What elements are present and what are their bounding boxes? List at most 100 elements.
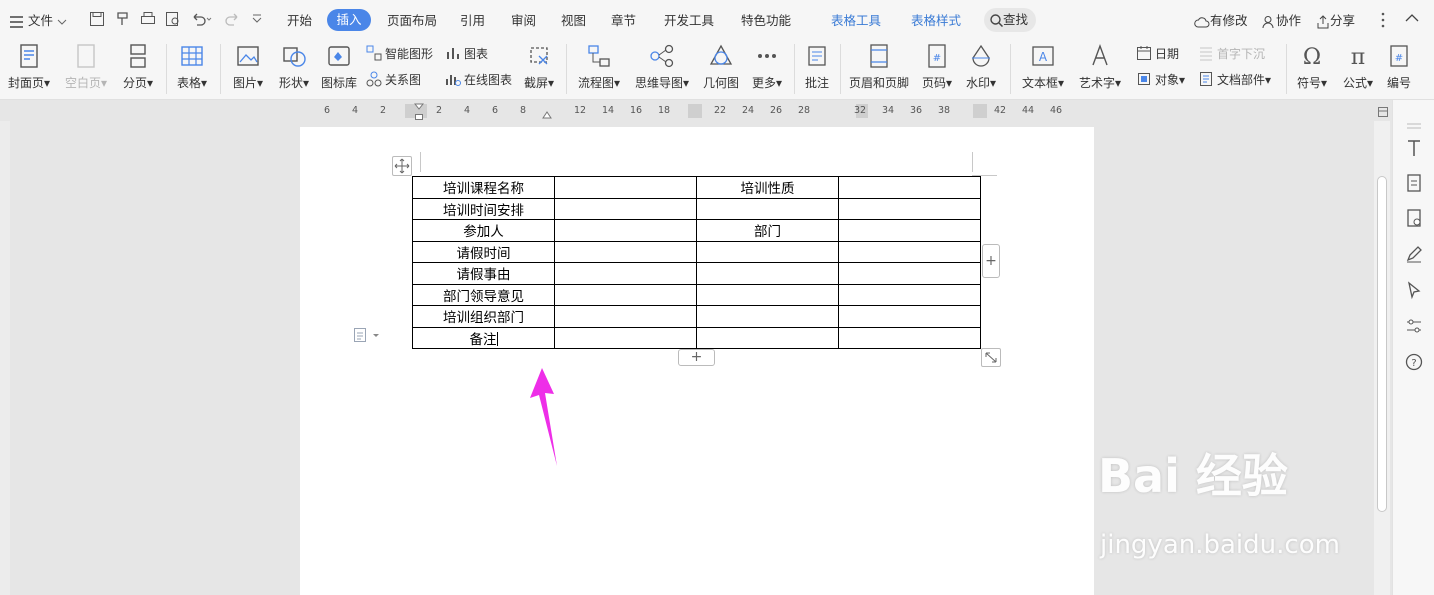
quick-access-dropdown-icon[interactable]: [252, 14, 262, 24]
help-icon[interactable]: ?: [1404, 352, 1424, 372]
indent-marker-icon[interactable]: [414, 103, 424, 121]
table-cell[interactable]: [838, 197, 981, 220]
table-cell-active[interactable]: 备注: [412, 326, 555, 349]
page-break-button[interactable]: 分页▾: [118, 38, 158, 91]
more-options-icon[interactable]: [1380, 12, 1386, 28]
tab-review[interactable]: 审阅: [511, 10, 536, 29]
table-cell[interactable]: [554, 326, 697, 349]
table-cell[interactable]: 参加人: [412, 219, 555, 242]
wordart-button[interactable]: 艺术字▾: [1076, 38, 1124, 91]
redo-icon[interactable]: [224, 11, 246, 27]
tab-start[interactable]: 开始: [287, 10, 312, 29]
minimize-panel-icon[interactable]: [1404, 116, 1424, 136]
table-cell[interactable]: [554, 240, 697, 263]
table-cell[interactable]: [554, 219, 697, 242]
tab-table-style[interactable]: 表格样式: [911, 10, 961, 29]
table-cell[interactable]: [554, 283, 697, 306]
horizontal-ruler[interactable]: 6 4 2 2 4 6 8 12 14 16 18 22 24 26 28 32…: [300, 103, 1390, 121]
collaborate-button[interactable]: 协作: [1262, 10, 1301, 29]
pen-icon[interactable]: [1404, 244, 1424, 264]
smartart-button[interactable]: 智能图形: [366, 45, 433, 62]
table-cell[interactable]: [554, 262, 697, 285]
object-button[interactable]: 对象▾: [1136, 71, 1185, 88]
right-indent-marker-icon[interactable]: [542, 109, 552, 119]
tab-developer[interactable]: 开发工具: [664, 10, 714, 29]
online-chart-button[interactable]: 在线图表: [445, 71, 512, 88]
geometry-button[interactable]: 几何图: [700, 38, 742, 91]
table-cell[interactable]: 请假时间: [412, 240, 555, 263]
file-menu[interactable]: 文件: [10, 10, 67, 29]
table-cell[interactable]: 培训组织部门: [412, 305, 555, 328]
tab-insert[interactable]: 插入: [327, 9, 371, 31]
formula-button[interactable]: π 公式▾: [1338, 38, 1378, 91]
table-cell[interactable]: [838, 262, 981, 285]
docparts-button[interactable]: 文档部件▾: [1198, 71, 1271, 88]
select-cursor-icon[interactable]: [1404, 280, 1424, 300]
screenshot-button[interactable]: 截屏▾: [518, 38, 560, 91]
ruler-toggle-icon[interactable]: [1377, 106, 1389, 118]
tab-table-tools[interactable]: 表格工具: [831, 10, 881, 29]
textbox-button[interactable]: A 文本框▾: [1018, 38, 1068, 91]
table-cell[interactable]: 培训时间安排: [412, 197, 555, 220]
dropcap-button[interactable]: 首字下沉: [1198, 45, 1265, 62]
scrollbar-thumb[interactable]: [1377, 176, 1387, 512]
table-cell[interactable]: 部门: [696, 219, 839, 242]
sliders-icon[interactable]: [1404, 316, 1424, 336]
table-cell[interactable]: [696, 197, 839, 220]
collapse-ribbon-icon[interactable]: [1405, 13, 1419, 23]
shape-button[interactable]: 形状▾: [274, 38, 314, 91]
table-cell[interactable]: [696, 240, 839, 263]
share-button[interactable]: 分享: [1316, 10, 1355, 29]
doc-settings-icon[interactable]: [1404, 208, 1424, 228]
undo-icon[interactable]: [191, 11, 213, 27]
picture-button[interactable]: 图片▾: [228, 38, 268, 91]
comment-button[interactable]: 批注: [801, 38, 833, 91]
table-cell[interactable]: [696, 262, 839, 285]
format-painter-icon[interactable]: [115, 11, 131, 27]
print-preview-icon[interactable]: [165, 11, 181, 27]
table-cell[interactable]: [838, 283, 981, 306]
table-cell[interactable]: [838, 219, 981, 242]
table-cell[interactable]: [696, 283, 839, 306]
table-cell[interactable]: [838, 176, 981, 199]
table-cell[interactable]: 培训课程名称: [412, 176, 555, 199]
table-cell[interactable]: [554, 176, 697, 199]
paragraph-layout-icon[interactable]: [353, 327, 379, 343]
add-column-button[interactable]: +: [982, 244, 1000, 278]
cover-page-button[interactable]: 封面页▾: [6, 38, 52, 91]
date-button[interactable]: 日期: [1136, 45, 1179, 62]
document-icon[interactable]: [1404, 173, 1424, 193]
tab-view[interactable]: 视图: [561, 10, 586, 29]
table-cell[interactable]: [838, 305, 981, 328]
mindmap-button[interactable]: 思维导图▾: [632, 38, 692, 91]
tab-special-features[interactable]: 特色功能: [741, 10, 791, 29]
print-icon[interactable]: [140, 11, 156, 27]
vertical-scrollbar[interactable]: [1374, 121, 1390, 595]
table-cell[interactable]: [554, 305, 697, 328]
table-cell[interactable]: [696, 326, 839, 349]
tab-page-layout[interactable]: 页面布局: [387, 10, 437, 29]
vertical-ruler[interactable]: [0, 121, 10, 595]
numbering-button[interactable]: # 编号: [1382, 38, 1416, 91]
document-table[interactable]: 培训课程名称 培训性质 培训时间安排 参加人 部门 请假时间 请假事由 部门领导…: [412, 176, 981, 349]
flowchart-button[interactable]: 流程图▾: [574, 38, 624, 91]
modified-status[interactable]: 有修改: [1194, 10, 1248, 29]
tab-section[interactable]: 章节: [611, 10, 636, 29]
table-cell[interactable]: 部门领导意见: [412, 283, 555, 306]
text-style-icon[interactable]: [1404, 138, 1424, 158]
search-button[interactable]: 查找: [984, 8, 1036, 32]
table-move-handle[interactable]: [392, 156, 412, 176]
table-resize-handle[interactable]: [981, 348, 1001, 367]
add-row-button[interactable]: +: [678, 349, 715, 366]
table-button[interactable]: 表格▾: [172, 38, 212, 91]
table-cell[interactable]: [838, 240, 981, 263]
save-icon[interactable]: [89, 11, 105, 27]
table-cell[interactable]: 请假事由: [412, 262, 555, 285]
table-cell[interactable]: 培训性质: [696, 176, 839, 199]
table-cell[interactable]: [696, 305, 839, 328]
chart-button[interactable]: 图表: [445, 45, 488, 62]
table-cell[interactable]: [554, 197, 697, 220]
symbol-button[interactable]: Ω 符号▾: [1292, 38, 1332, 91]
tab-references[interactable]: 引用: [460, 10, 485, 29]
icon-library-button[interactable]: 图标库: [319, 38, 359, 91]
